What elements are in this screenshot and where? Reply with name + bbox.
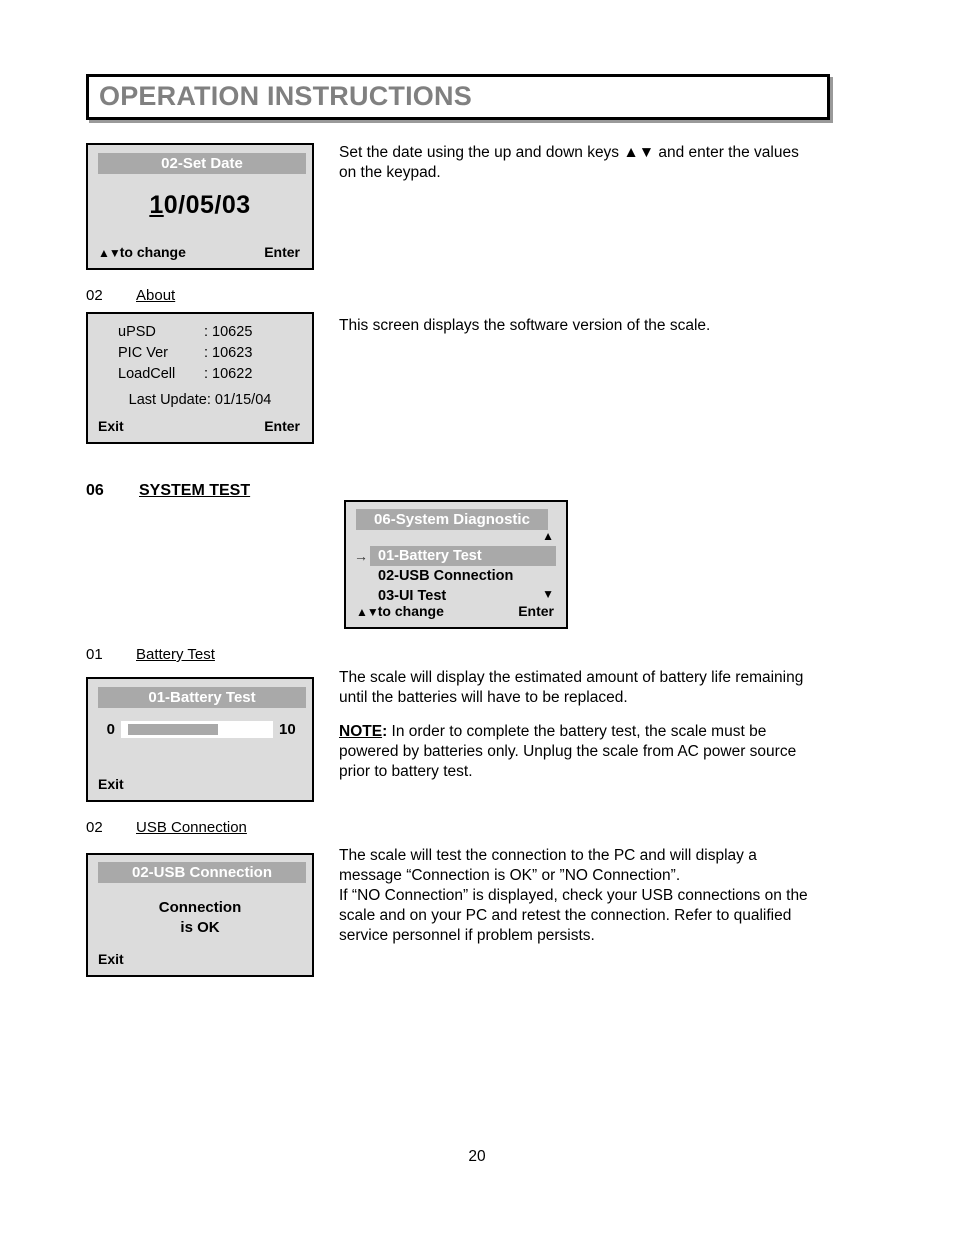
about-row: LoadCell : 10622 xyxy=(88,364,312,385)
subheading-system-test-label: SYSTEM TEST xyxy=(139,482,251,499)
lcd-header-system-diagnostic: 06-System Diagnostic xyxy=(356,509,548,530)
about-row-key: PIC Ver xyxy=(118,345,168,361)
about-row-value: : 10622 xyxy=(204,366,253,382)
set-date-value-rest: 0/05/03 xyxy=(163,191,251,219)
updown-arrows-icon: ▲▼ xyxy=(98,246,121,260)
lcd-panel-set-date: 02-Set Date 10/05/03 ▲▼to change Enter xyxy=(86,143,314,270)
usb-footer-exit: Exit xyxy=(98,951,124,967)
set-date-footer-enter: Enter xyxy=(264,244,300,260)
note-label: NOTE: xyxy=(339,723,387,740)
lcd-header-battery-test: 01-Battery Test xyxy=(98,687,306,708)
page-number: 20 xyxy=(468,1148,486,1165)
updown-arrows-icon: ▲▼ xyxy=(356,605,379,619)
about-row: PIC Ver : 10623 xyxy=(88,343,312,364)
about-row-value: : 10623 xyxy=(204,345,253,361)
battery-test-note: NOTE: In order to complete the battery t… xyxy=(339,722,819,782)
diagnostic-footer-enter: Enter xyxy=(518,603,554,619)
lcd-panel-usb-connection: 02-USB Connection Connection is OK Exit xyxy=(86,853,314,977)
usb-connection-description: The scale will test the connection to th… xyxy=(339,846,824,946)
battery-bar-track xyxy=(121,721,273,738)
set-date-value: 10/05/03 xyxy=(88,191,312,220)
subheading-about: 02 About xyxy=(86,287,175,304)
menu-item-usb-connection[interactable]: 02-USB Connection xyxy=(346,566,566,586)
subheading-system-test: 06 SYSTEM TEST xyxy=(86,482,250,500)
page-title-banner: OPERATION INSTRUCTIONS xyxy=(86,74,830,120)
set-date-footer-left-label: to change xyxy=(119,244,186,260)
system-diagnostic-menu: 01-Battery Test 02-USB Connection 03-UI … xyxy=(346,546,566,606)
scroll-down-icon[interactable]: ▼ xyxy=(542,588,554,600)
subheading-about-label: About xyxy=(136,287,176,304)
battery-bar-max-label: 10 xyxy=(279,721,296,738)
page-title: OPERATION INSTRUCTIONS xyxy=(99,80,472,111)
about-row-key: LoadCell xyxy=(118,366,176,382)
subheading-usb-connection-label: USB Connection xyxy=(136,819,247,836)
lcd-header-usb-connection: 02-USB Connection xyxy=(98,862,306,883)
about-footer-enter: Enter xyxy=(264,418,300,434)
about-last-update: Last Update: 01/15/04 xyxy=(128,392,272,408)
subheading-usb-connection-number: 02 xyxy=(86,819,103,836)
about-description: This screen displays the software versio… xyxy=(339,316,809,336)
usb-connection-description-line1: The scale will test the connection to th… xyxy=(339,847,757,884)
usb-connection-description-line2: If “NO Connection” is displayed, check y… xyxy=(339,887,808,944)
set-date-description-text: Set the date using the up and down keys … xyxy=(339,144,799,181)
about-footer-exit: Exit xyxy=(98,418,124,434)
lcd-header-set-date: 02-Set Date xyxy=(98,153,306,174)
subheading-battery-test: 01 Battery Test xyxy=(86,646,215,663)
usb-connection-message-line2: is OK xyxy=(180,919,220,936)
battery-test-description-text: The scale will display the estimated amo… xyxy=(339,669,804,706)
about-row-key: uPSD xyxy=(118,324,156,340)
about-version-list: uPSD : 10625 PIC Ver : 10623 LoadCell : … xyxy=(88,322,312,385)
subheading-system-test-number: 06 xyxy=(86,482,104,499)
about-row: uPSD : 10625 xyxy=(88,322,312,343)
set-date-description: Set the date using the up and down keys … xyxy=(339,143,809,183)
lcd-panel-system-diagnostic: 06-System Diagnostic ▲ → 01-Battery Test… xyxy=(344,500,568,629)
lcd-panel-battery-test: 01-Battery Test 0 10 Exit xyxy=(86,677,314,802)
about-description-text: This screen displays the software versio… xyxy=(339,317,711,334)
battery-footer-exit: Exit xyxy=(98,776,124,792)
note-body: In order to complete the battery test, t… xyxy=(339,723,797,780)
subheading-battery-test-label: Battery Test xyxy=(136,646,215,663)
battery-bar-fill xyxy=(128,724,218,735)
battery-bar-min-label: 0 xyxy=(106,721,115,738)
lcd-panel-about: uPSD : 10625 PIC Ver : 10623 LoadCell : … xyxy=(86,312,314,444)
battery-level-indicator: 0 10 xyxy=(88,721,312,738)
about-row-value: : 10625 xyxy=(204,324,253,340)
usb-connection-message: Connection is OK xyxy=(88,898,312,938)
diagnostic-footer-left: ▲▼to change xyxy=(356,603,444,619)
diagnostic-footer-left-label: to change xyxy=(377,603,444,619)
battery-test-description: The scale will display the estimated amo… xyxy=(339,668,819,782)
note-label-word: NOTE xyxy=(339,723,383,740)
set-date-value-underlined: 1 xyxy=(149,191,164,219)
menu-item-battery-test[interactable]: 01-Battery Test xyxy=(370,546,556,566)
subheading-battery-test-number: 01 xyxy=(86,646,103,663)
scroll-up-icon[interactable]: ▲ xyxy=(542,530,554,542)
usb-connection-message-line1: Connection xyxy=(158,899,242,916)
subheading-usb-connection: 02 USB Connection xyxy=(86,819,247,836)
subheading-about-number: 02 xyxy=(86,287,103,304)
set-date-footer-left: ▲▼to change xyxy=(98,244,186,260)
